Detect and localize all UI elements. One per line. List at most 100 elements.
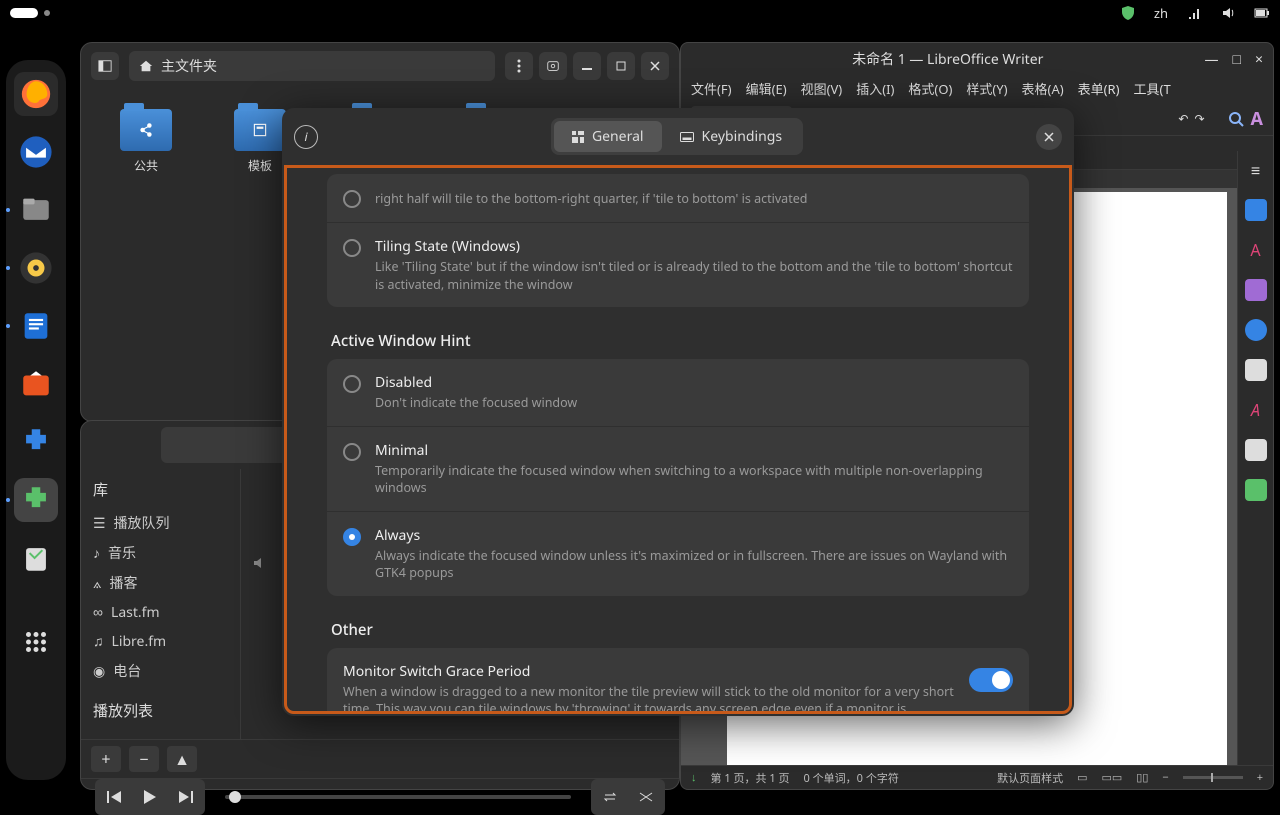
radio-button[interactable] bbox=[343, 443, 361, 461]
menu-item[interactable]: 工具(T bbox=[1134, 79, 1171, 98]
dock-app-writer[interactable] bbox=[14, 304, 58, 348]
radio-button[interactable] bbox=[343, 190, 361, 208]
dock-app-files[interactable] bbox=[14, 188, 58, 232]
zoom-out[interactable]: − bbox=[1162, 770, 1168, 785]
dock bbox=[6, 60, 66, 780]
files-sidebar-toggle[interactable] bbox=[91, 52, 119, 80]
files-location-bar[interactable]: 主文件夹 bbox=[129, 51, 495, 81]
volume-icon[interactable] bbox=[1220, 5, 1236, 21]
sidebar-styles-icon[interactable]: A bbox=[1250, 239, 1260, 261]
radio-row-tiling-state-windows[interactable]: Tiling State (Windows) Like 'Tiling Stat… bbox=[327, 222, 1029, 307]
radio-button[interactable] bbox=[343, 239, 361, 257]
minimize-button[interactable]: — bbox=[1205, 50, 1219, 69]
folder-item[interactable]: 公共 bbox=[111, 109, 181, 174]
input-language[interactable]: zh bbox=[1154, 4, 1168, 22]
add-playlist-button[interactable]: + bbox=[91, 746, 121, 772]
shield-icon[interactable] bbox=[1120, 5, 1136, 21]
repeat-button[interactable] bbox=[595, 783, 625, 811]
dock-app-extension-settings[interactable] bbox=[14, 478, 58, 522]
radio-row-minimal[interactable]: Minimal Temporarily indicate the focused… bbox=[327, 426, 1029, 511]
status-page: 第 1 页，共 1 页 bbox=[711, 770, 790, 786]
sidebar-gallery-icon[interactable] bbox=[1245, 279, 1267, 301]
dock-app-firefox[interactable] bbox=[14, 72, 58, 116]
zoom-slider[interactable] bbox=[1183, 776, 1243, 779]
sidebar-manage-icon[interactable] bbox=[1245, 439, 1267, 461]
sidebar-accessibility-icon[interactable] bbox=[1245, 479, 1267, 501]
sidebar-item[interactable]: ⟑播客 bbox=[93, 568, 228, 598]
zoom-in[interactable]: + bbox=[1257, 770, 1263, 785]
files-view-button[interactable] bbox=[539, 52, 567, 80]
menu-item[interactable]: 表单(R) bbox=[1078, 79, 1120, 98]
sidebar-item[interactable]: ◉电台 bbox=[93, 656, 228, 686]
save-indicator[interactable]: ↓ bbox=[691, 770, 697, 785]
remove-playlist-button[interactable]: − bbox=[129, 746, 159, 772]
sidebar-style-inspector-icon[interactable]: A bbox=[1251, 399, 1260, 421]
battery-icon[interactable] bbox=[1254, 5, 1270, 21]
format-icon[interactable]: A bbox=[1251, 107, 1263, 131]
radio-button[interactable] bbox=[343, 528, 361, 546]
sidebar-item[interactable]: ♫Libre.fm bbox=[93, 627, 228, 656]
section-header-other: Other bbox=[331, 620, 1029, 640]
radio-row-always[interactable]: Always Always indicate the focused windo… bbox=[327, 511, 1029, 596]
network-icon[interactable] bbox=[1186, 5, 1202, 21]
menu-item[interactable]: 表格(A) bbox=[1022, 79, 1064, 98]
tab-switcher: General Keybindings bbox=[551, 118, 803, 155]
dock-app-thunderbird[interactable] bbox=[14, 130, 58, 174]
sidebar-page-icon[interactable] bbox=[1245, 359, 1267, 381]
status-page-style[interactable]: 默认页面样式 bbox=[997, 770, 1063, 786]
maximize-button[interactable] bbox=[607, 52, 635, 80]
redo-button[interactable]: ↷ bbox=[1194, 110, 1204, 127]
sidebar-menu-icon[interactable]: ≡ bbox=[1251, 159, 1260, 181]
music-library-header: 库 bbox=[93, 479, 228, 500]
dock-app-rhythmbox[interactable] bbox=[14, 246, 58, 290]
play-button[interactable] bbox=[135, 783, 165, 811]
close-button[interactable]: × bbox=[1255, 50, 1263, 69]
menu-item[interactable]: 编辑(E) bbox=[746, 79, 787, 98]
tiling-settings-dialog: i General Keybindings right half will ti… bbox=[282, 108, 1074, 716]
menu-item[interactable]: 视图(V) bbox=[801, 79, 843, 98]
menu-item[interactable]: 插入(I) bbox=[856, 79, 894, 98]
seek-slider[interactable] bbox=[225, 795, 571, 799]
sidebar-navigator-icon[interactable] bbox=[1245, 319, 1267, 341]
sidebar-item[interactable]: ∞Last.fm bbox=[93, 598, 228, 627]
radio-button[interactable] bbox=[343, 375, 361, 393]
radio-row-partial[interactable]: right half will tile to the bottom-right… bbox=[327, 174, 1029, 222]
eject-button[interactable]: ▲ bbox=[167, 746, 197, 772]
files-location-text: 主文件夹 bbox=[161, 56, 217, 76]
close-button[interactable] bbox=[641, 52, 669, 80]
volume-icon[interactable] bbox=[251, 555, 267, 571]
info-icon[interactable]: i bbox=[294, 125, 318, 149]
menu-item[interactable]: 格式(O) bbox=[908, 79, 952, 98]
next-button[interactable] bbox=[171, 783, 201, 811]
status-words: 0 个单词，0 个字符 bbox=[804, 770, 899, 786]
dialog-close-button[interactable] bbox=[1036, 124, 1062, 150]
sidebar-item[interactable]: ☰播放队列 bbox=[93, 508, 228, 538]
view-book-icon[interactable]: ▯▯ bbox=[1136, 770, 1148, 785]
toggle-row-monitor-grace[interactable]: Monitor Switch Grace Period When a windo… bbox=[327, 648, 1029, 715]
tab-keybindings[interactable]: Keybindings bbox=[662, 121, 801, 152]
dock-app-show-apps[interactable] bbox=[14, 620, 58, 664]
view-multi-icon[interactable]: ▭▭ bbox=[1102, 770, 1123, 785]
dock-app-extension1[interactable] bbox=[14, 420, 58, 464]
radio-row-disabled[interactable]: Disabled Don't indicate the focused wind… bbox=[327, 359, 1029, 426]
dock-app-software[interactable] bbox=[14, 362, 58, 406]
undo-button[interactable]: ↶ bbox=[1178, 110, 1188, 127]
sidebar-properties-icon[interactable] bbox=[1245, 199, 1267, 221]
minimize-button[interactable] bbox=[573, 52, 601, 80]
tab-general[interactable]: General bbox=[554, 121, 662, 152]
dialog-content[interactable]: right half will tile to the bottom-right… bbox=[284, 165, 1072, 714]
view-single-icon[interactable]: ▭ bbox=[1077, 770, 1087, 785]
prev-button[interactable] bbox=[99, 783, 129, 811]
toggle-switch[interactable] bbox=[969, 668, 1013, 692]
music-playlist-header: 播放列表 bbox=[93, 700, 228, 721]
files-menu-button[interactable] bbox=[505, 52, 533, 80]
menu-item[interactable]: 样式(Y) bbox=[966, 79, 1007, 98]
find-icon[interactable] bbox=[1227, 110, 1245, 128]
menu-item[interactable]: 文件(F) bbox=[691, 79, 732, 98]
shuffle-button[interactable] bbox=[631, 783, 661, 811]
maximize-button[interactable]: □ bbox=[1233, 50, 1241, 69]
home-icon bbox=[139, 59, 153, 73]
dock-app-trash[interactable] bbox=[14, 536, 58, 580]
activities-indicator[interactable] bbox=[10, 8, 38, 18]
sidebar-item[interactable]: ♪音乐 bbox=[93, 538, 228, 568]
